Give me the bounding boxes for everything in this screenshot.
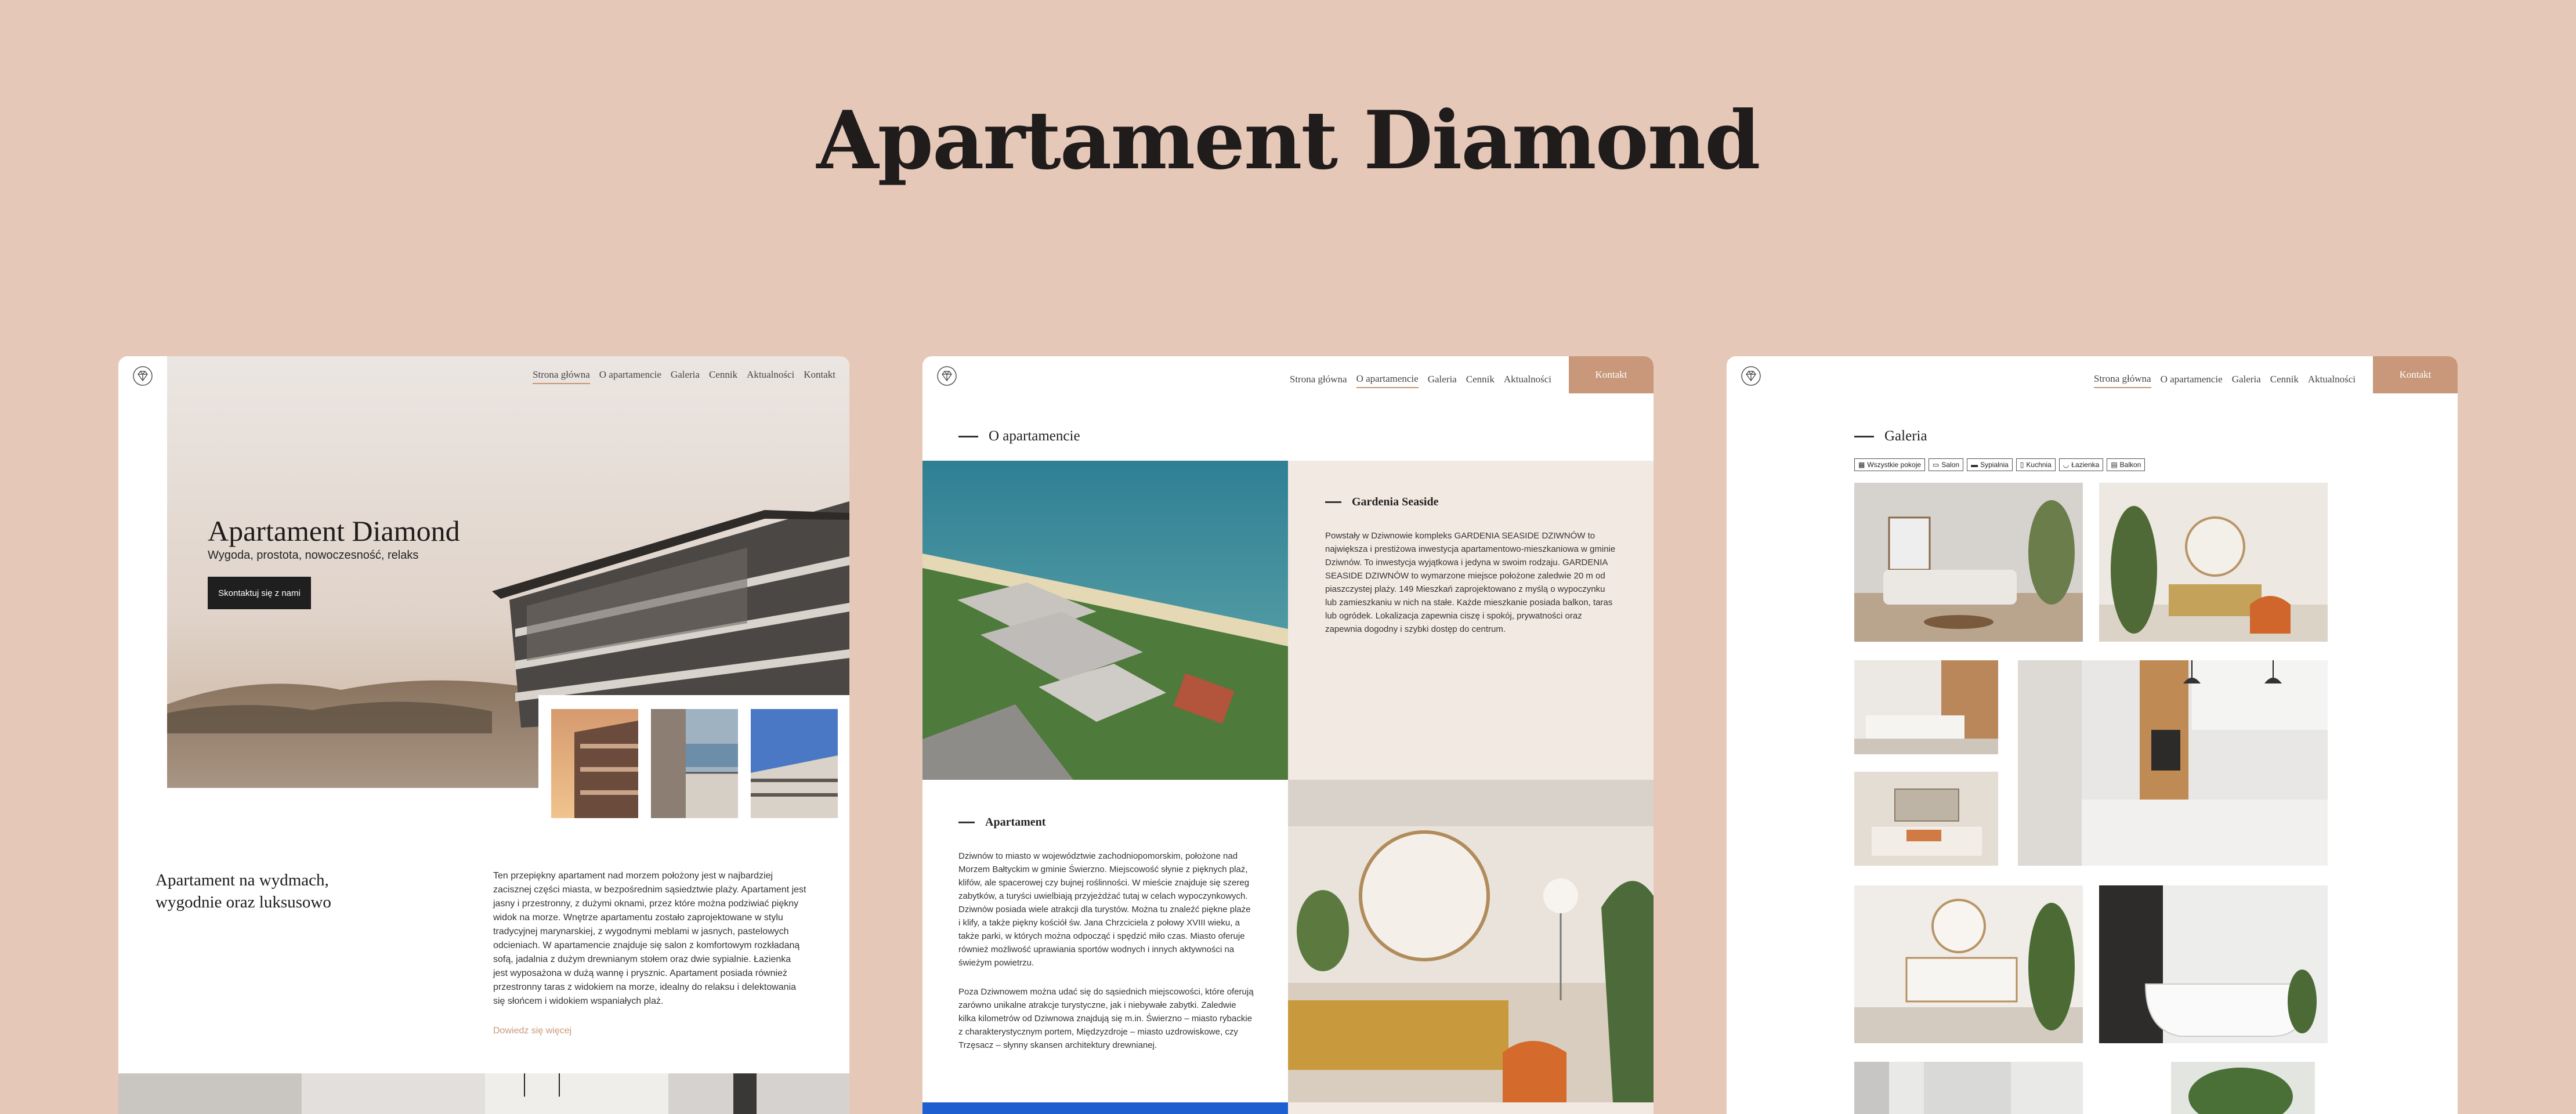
gallery-photo-plants[interactable]	[2171, 1062, 2315, 1114]
gallery-photo-kitchen-island[interactable]	[1854, 660, 1998, 754]
filter-kitchen[interactable]: ▯ Kuchnia	[2016, 458, 2056, 471]
diamond-logo-icon	[1741, 366, 1761, 386]
thumbnail-sunset-building[interactable]	[551, 709, 638, 818]
top-nav: Strona główna O apartamencie Galeria Cen…	[2093, 356, 2458, 393]
gallery-page-mockup: Strona główna O apartamencie Galeria Cen…	[1727, 356, 2458, 1114]
nav-gallery[interactable]: Galeria	[2232, 374, 2261, 388]
gallery-photo-plants-chair[interactable]	[2099, 483, 2328, 642]
nav-gallery[interactable]: Galeria	[671, 369, 700, 384]
diamond-logo-icon	[937, 366, 957, 386]
apartment-paragraph-2: Poza Dziwnowem można udać się do sąsiedn…	[958, 987, 1254, 1050]
page-title: Apartament Diamond	[816, 93, 1760, 187]
beige-strip	[1288, 1102, 1654, 1114]
nav-about[interactable]: O apartamencie	[2161, 374, 2223, 388]
diamond-logo-icon	[133, 366, 153, 386]
filter-all-rooms[interactable]: ▦ Wszystkie pokoje	[1854, 458, 1926, 471]
bath-icon: ◡	[2063, 461, 2070, 469]
gallery-photo-vanity[interactable]	[1854, 885, 2083, 1043]
read-more-link[interactable]: Dowiedz się więcej	[493, 1026, 571, 1036]
interior-preview-strip	[118, 1073, 849, 1114]
gallery-photo-living-room[interactable]	[1854, 483, 2083, 642]
thumbnail-balcony-sea[interactable]	[651, 709, 738, 818]
nav-home[interactable]: Strona główna	[2093, 373, 2151, 388]
filter-bedroom[interactable]: ▬ Sypialnia	[1967, 458, 2013, 471]
about-paragraph: Ten przepiękny apartament nad morzem poł…	[493, 871, 806, 1006]
heading-dash	[1854, 435, 1874, 437]
contact-button[interactable]: Kontakt	[2373, 356, 2458, 393]
nav-contact[interactable]: Kontakt	[804, 369, 835, 384]
nav-news[interactable]: Aktualności	[1504, 374, 1551, 388]
nav-gallery[interactable]: Galeria	[1428, 374, 1457, 388]
gardenia-paragraph: Powstały w Dziwnowie kompleks GARDENIA S…	[1325, 531, 1616, 634]
gallery-photo-shower[interactable]	[1854, 1062, 2083, 1114]
filter-balcony[interactable]: ▤ Balkon	[2107, 458, 2146, 471]
nav-news[interactable]: Aktualności	[2308, 374, 2356, 388]
aerial-complex-photo	[922, 461, 1288, 780]
gallery-photo-bedroom[interactable]	[1854, 772, 1998, 866]
section-heading: O apartamencie	[958, 428, 1080, 444]
hero-subtitle: Wygoda, prostota, nowoczesność, relaks	[208, 549, 419, 562]
heading-dash	[958, 435, 978, 437]
apartment-heading: Apartament	[958, 816, 1045, 829]
nav-home[interactable]: Strona główna	[1290, 374, 1347, 388]
section-heading: Galeria	[1854, 428, 1927, 444]
top-nav: Strona główna O apartamencie Galeria Cen…	[533, 369, 835, 384]
about-page-mockup: Strona główna O apartamencie Galeria Cen…	[922, 356, 1654, 1114]
fridge-icon: ▯	[2020, 461, 2024, 469]
nav-about[interactable]: O apartamencie	[1356, 373, 1419, 388]
gallery-filters: ▦ Wszystkie pokoje ▭ Salon ▬ Sypialnia ▯ Kuc…	[1854, 458, 2146, 471]
filter-salon[interactable]: ▭ Salon	[1929, 458, 1964, 471]
homepage-mockup: Strona główna O apartamencie Galeria Cen…	[118, 356, 849, 1114]
gardenia-heading: Gardenia Seaside	[1325, 495, 1438, 509]
nav-pricing[interactable]: Cennik	[709, 369, 737, 384]
nav-pricing[interactable]: Cennik	[1466, 374, 1495, 388]
nav-pricing[interactable]: Cennik	[2270, 374, 2299, 388]
top-nav: Strona główna O apartamencie Galeria Cen…	[1290, 356, 1654, 393]
thumbnail-blue-sky-building[interactable]	[751, 709, 838, 818]
bed-icon: ▬	[1971, 461, 1978, 469]
filter-bathroom[interactable]: ◡ Łazienka	[2058, 458, 2104, 471]
grid-icon: ▦	[1858, 461, 1865, 469]
contact-button[interactable]: Kontakt	[1569, 356, 1654, 393]
living-room-photo	[1288, 780, 1654, 1102]
gallery-photo-bathtub[interactable]	[2099, 885, 2328, 1043]
blue-strip	[922, 1102, 1288, 1114]
nav-about[interactable]: O apartamencie	[599, 369, 661, 384]
balcony-icon: ▤	[2111, 461, 2118, 469]
gallery-photo-kitchen[interactable]	[2018, 660, 2328, 866]
apartment-paragraph-1: Dziwnów to miasto w województwie zachodn…	[958, 851, 1251, 968]
heading-dash	[958, 822, 975, 823]
sofa-icon: ▭	[1933, 461, 1940, 469]
heading-dash	[1325, 501, 1341, 503]
nav-news[interactable]: Aktualności	[747, 369, 794, 384]
hero-title: Apartament Diamond	[208, 515, 460, 547]
nav-home[interactable]: Strona główna	[533, 369, 590, 384]
about-section-title: Apartament na wydmach, wygodnie oraz luk…	[155, 871, 331, 912]
contact-cta-button[interactable]: Skontaktuj się z nami	[208, 577, 311, 609]
